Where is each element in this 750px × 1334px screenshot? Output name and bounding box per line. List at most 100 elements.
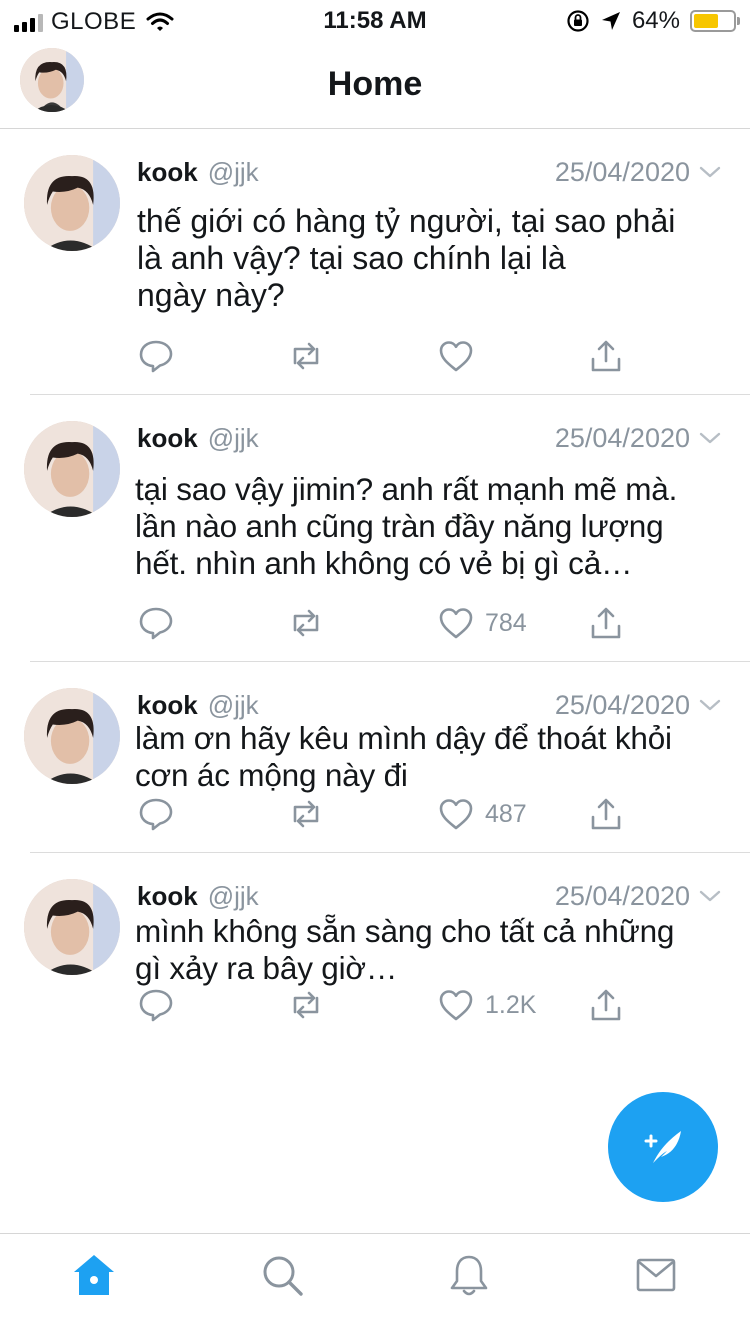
reply-button[interactable]	[137, 985, 175, 1025]
like-icon	[439, 341, 473, 372]
tweet-text-line: mình không sẵn sàng cho tất cả những	[135, 913, 675, 949]
reply-icon	[139, 607, 173, 640]
reply-button[interactable]	[137, 794, 175, 834]
status-bar: GLOBE 11:58 AM 64%	[0, 0, 750, 40]
share-button[interactable]	[587, 336, 625, 376]
tweet-text-line: gì xảy ra bây giờ…	[135, 950, 398, 986]
avatar-image	[24, 879, 120, 975]
bottom-tab-bar	[0, 1233, 750, 1334]
tweet-author-name[interactable]: kook	[137, 157, 198, 188]
tweet-avatar[interactable]	[24, 879, 120, 975]
tweet-author-name[interactable]: kook	[137, 881, 198, 912]
status-bar-right: 64%	[566, 7, 740, 35]
tweet-avatar[interactable]	[24, 155, 120, 251]
page-title: Home	[327, 65, 423, 103]
avatar-image	[24, 688, 120, 784]
tweet-text: mình không sẵn sàng cho tất cả những gì …	[135, 913, 740, 987]
tweet-actions	[137, 336, 627, 376]
share-button[interactable]	[587, 985, 625, 1025]
tweet-text-line: thế giới có hàng tỷ người, tại sao phải	[137, 203, 676, 239]
tweet-text-line: cơn ác mộng này đi	[135, 757, 408, 793]
tab-messages[interactable]	[631, 1250, 681, 1300]
share-icon	[591, 607, 621, 639]
tweet-avatar[interactable]	[24, 421, 120, 517]
share-icon	[591, 340, 621, 372]
battery-icon	[690, 10, 740, 32]
like-icon	[439, 799, 473, 830]
tweet-author-name[interactable]: kook	[137, 423, 198, 454]
reply-icon	[139, 340, 173, 373]
tweet-text-line: lần nào anh cũng tràn đầy năng lượng	[135, 508, 664, 544]
like-count: 784	[485, 608, 527, 637]
retweet-button[interactable]	[287, 985, 325, 1025]
like-button[interactable]: 1.2K	[437, 985, 536, 1025]
reply-icon	[139, 989, 173, 1022]
tweet-divider	[30, 661, 750, 662]
like-button[interactable]: 487	[437, 794, 527, 834]
tab-notifications[interactable]	[444, 1250, 494, 1300]
tweet-text-line: ngày này?	[137, 277, 285, 313]
home-icon	[74, 1255, 114, 1295]
tweet-date: 25/04/2020	[554, 689, 690, 720]
avatar-image	[24, 155, 120, 251]
retweet-button[interactable]	[287, 794, 325, 834]
retweet-button[interactable]	[287, 336, 325, 376]
share-button[interactable]	[587, 794, 625, 834]
top-header: Home	[0, 40, 750, 129]
search-icon	[263, 1256, 303, 1296]
chevron-down-icon[interactable]	[698, 426, 722, 450]
tweet-text: thế giới có hàng tỷ người, tại sao phải …	[137, 203, 740, 314]
like-button[interactable]	[437, 336, 485, 376]
compose-tweet-button[interactable]	[608, 1092, 718, 1202]
like-button[interactable]: 784	[437, 603, 527, 643]
tab-home[interactable]	[69, 1250, 119, 1300]
like-count: 487	[485, 799, 527, 828]
bell-icon	[450, 1255, 488, 1296]
tweet-header: kook @jjk 25/04/2020	[137, 155, 722, 189]
retweet-icon	[293, 609, 319, 637]
tweet-avatar[interactable]	[24, 688, 120, 784]
tweet-header: kook @jjk 25/04/2020	[137, 688, 722, 722]
tab-search[interactable]	[257, 1250, 307, 1300]
tweet-text: tại sao vậy jimin? anh rất mạnh mẽ mà. l…	[135, 471, 740, 582]
tweet-author-handle[interactable]: @jjk	[208, 690, 259, 721]
share-icon	[591, 989, 621, 1021]
reply-button[interactable]	[137, 336, 175, 376]
battery-level	[694, 14, 719, 28]
location-arrow-icon	[601, 12, 620, 30]
share-icon	[591, 798, 621, 830]
tweet-text-line: hết. nhìn anh không có vẻ bị gì cả…	[135, 545, 633, 581]
retweet-icon	[293, 800, 319, 828]
chevron-down-icon[interactable]	[698, 884, 722, 908]
battery-percent: 64%	[631, 7, 680, 34]
tweet-actions: 784	[137, 603, 627, 643]
reply-button[interactable]	[137, 603, 175, 643]
tweet-date: 25/04/2020	[554, 156, 690, 187]
like-icon	[439, 608, 473, 639]
chevron-down-icon[interactable]	[698, 160, 722, 184]
tweet-author-handle[interactable]: @jjk	[208, 423, 259, 454]
tweet-header: kook @jjk 25/04/2020	[137, 879, 722, 913]
avatar-image	[24, 421, 120, 517]
tweet-divider	[30, 394, 750, 395]
chevron-down-icon[interactable]	[698, 693, 722, 717]
orientation-lock-icon	[567, 10, 589, 32]
tweet-text: làm ơn hãy kêu mình dậy để thoát khỏi cơ…	[135, 720, 740, 794]
tweet-date: 25/04/2020	[554, 422, 690, 453]
compose-feather-icon	[644, 1131, 681, 1163]
reply-icon	[139, 798, 173, 831]
tweet-text-line: tại sao vậy jimin? anh rất mạnh mẽ mà.	[135, 471, 678, 507]
like-icon	[439, 990, 473, 1021]
tweet-author-handle[interactable]: @jjk	[208, 881, 259, 912]
tweet-header: kook @jjk 25/04/2020	[137, 421, 722, 455]
share-button[interactable]	[587, 603, 625, 643]
tweet-actions: 487	[137, 794, 627, 834]
tweet-date: 25/04/2020	[554, 880, 690, 911]
tweet-divider	[30, 852, 750, 853]
tweet-text-line: làm ơn hãy kêu mình dậy để thoát khỏi	[135, 720, 672, 756]
tweet-author-name[interactable]: kook	[137, 690, 198, 721]
tweet-author-handle[interactable]: @jjk	[208, 157, 259, 188]
tweet-actions: 1.2K	[137, 985, 627, 1025]
retweet-button[interactable]	[287, 603, 325, 643]
retweet-icon	[293, 991, 319, 1019]
